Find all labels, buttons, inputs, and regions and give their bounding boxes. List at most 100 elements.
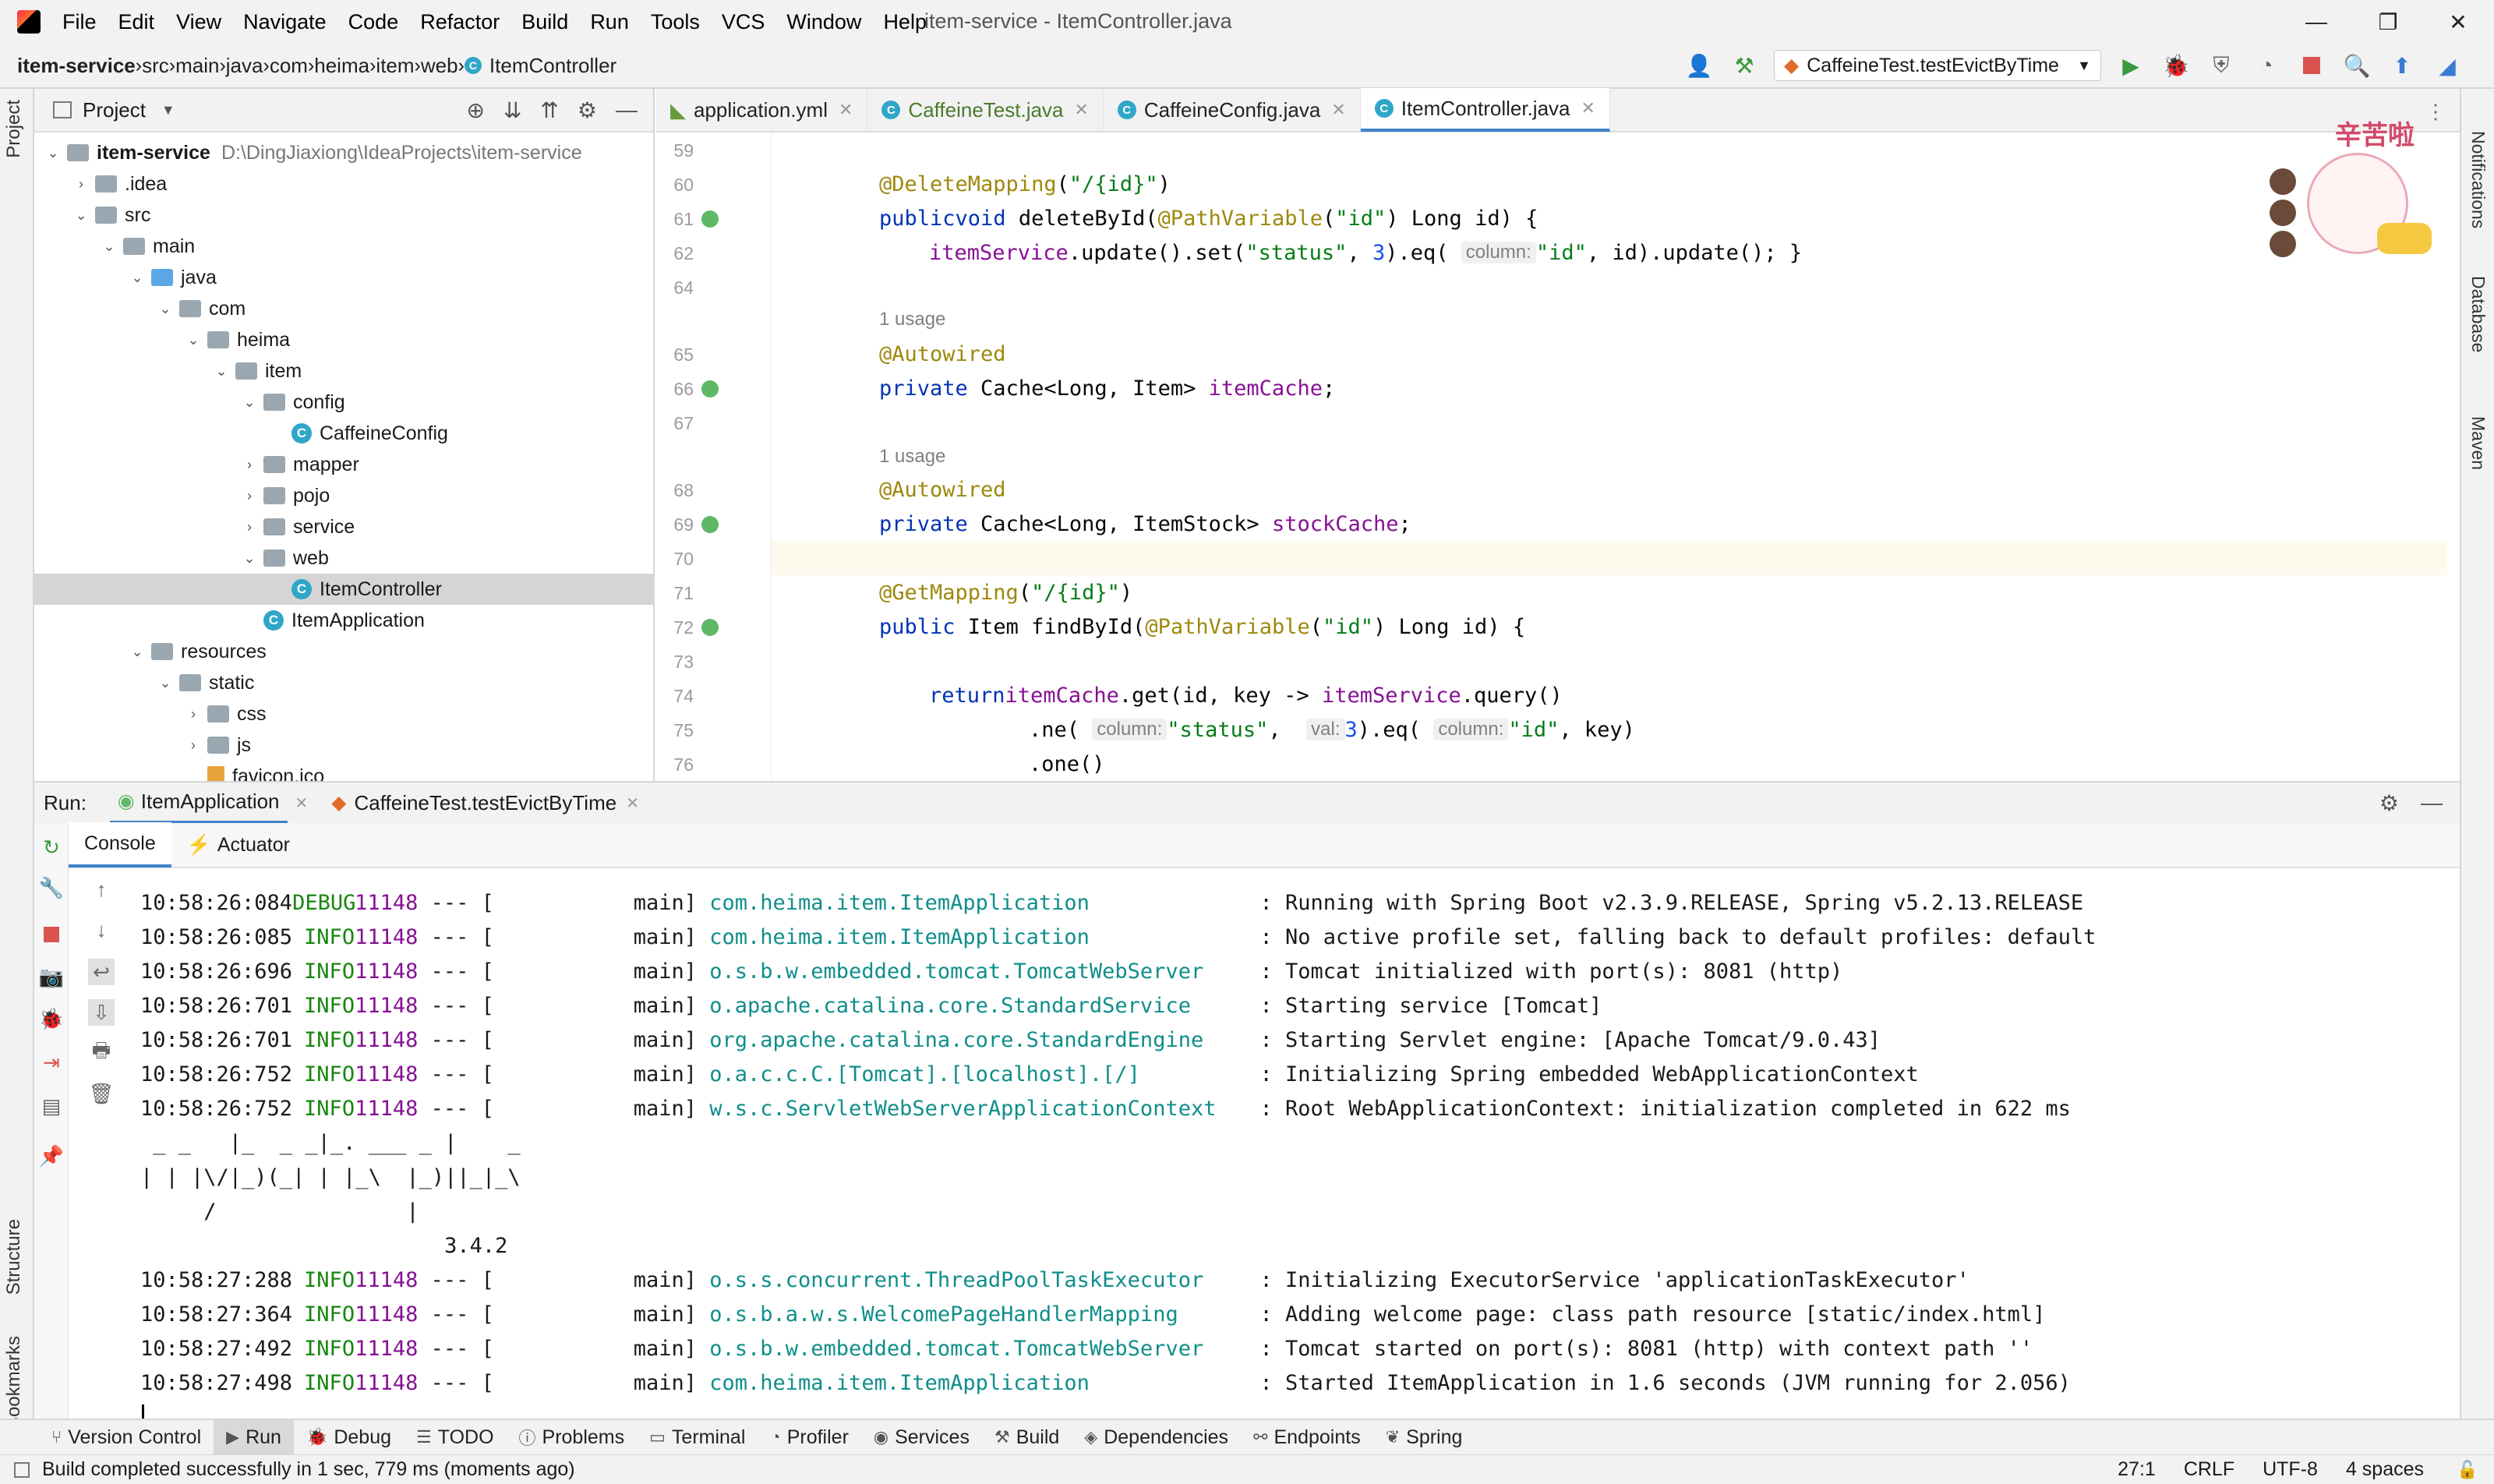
tree-item[interactable]: ⌄ config bbox=[240, 387, 344, 418]
tree-item[interactable]: ⌄ heima bbox=[184, 324, 290, 355]
status-toggle-icon[interactable] bbox=[14, 1461, 30, 1478]
spring-bean-icon[interactable] bbox=[701, 380, 719, 398]
close-icon[interactable]: ✕ bbox=[1074, 100, 1088, 120]
chevron-icon[interactable]: › bbox=[240, 488, 259, 504]
log-logger[interactable]: o.a.c.c.C.[Tomcat].[localhost].[/] bbox=[709, 1062, 1247, 1086]
tree-item[interactable]: › js bbox=[184, 730, 251, 761]
bottom-tab-version-control[interactable]: ⑂ Version Control bbox=[39, 1419, 214, 1455]
tree-item[interactable]: › pojo bbox=[240, 480, 330, 511]
spring-bean-icon[interactable] bbox=[701, 516, 719, 533]
editor-tab[interactable]: C ItemController.java ✕ bbox=[1360, 88, 1610, 132]
rerun-icon[interactable]: ↻ bbox=[38, 834, 65, 860]
structure-tool-tab[interactable]: Structure bbox=[3, 1219, 25, 1295]
project-title[interactable]: Project bbox=[83, 98, 146, 122]
bottom-tab-dependencies[interactable]: ◈ Dependencies bbox=[1072, 1419, 1241, 1455]
tree-item[interactable]: › mapper bbox=[240, 449, 359, 480]
menu-edit[interactable]: Edit bbox=[108, 0, 166, 44]
log-logger[interactable]: o.s.b.a.w.s.WelcomePageHandlerMapping bbox=[709, 1302, 1247, 1327]
tree-item[interactable]: ⌄ java bbox=[128, 262, 216, 293]
bottom-tab-endpoints[interactable]: ⚯ Endpoints bbox=[1241, 1419, 1373, 1455]
maven-tool-tab[interactable]: Maven bbox=[2468, 416, 2489, 470]
chevron-icon[interactable]: ⌄ bbox=[44, 145, 62, 161]
tree-item[interactable]: C ItemController bbox=[34, 574, 653, 605]
breadcrumb-item[interactable]: item-service bbox=[17, 54, 136, 78]
arrow-up-icon[interactable]: ↑ bbox=[88, 876, 115, 903]
database-tool-tab[interactable]: Database bbox=[2468, 276, 2489, 352]
gear-icon[interactable]: ⚙ bbox=[578, 97, 597, 123]
log-logger[interactable]: com.heima.item.ItemApplication bbox=[709, 1371, 1247, 1395]
breadcrumb-item[interactable]: com bbox=[270, 54, 308, 78]
close-button[interactable]: ✕ bbox=[2421, 0, 2494, 44]
menu-view[interactable]: View bbox=[165, 0, 232, 44]
breadcrumb-item[interactable]: web bbox=[421, 54, 458, 78]
close-icon[interactable]: ✕ bbox=[839, 100, 853, 120]
bottom-tab-debug[interactable]: 🐞 Debug bbox=[294, 1419, 404, 1455]
lock-icon[interactable]: 🔓 bbox=[2457, 1460, 2478, 1480]
chevron-icon[interactable]: › bbox=[184, 706, 203, 723]
chevron-icon[interactable]: › bbox=[240, 519, 259, 535]
editor-tab[interactable]: ◣ application.yml ✕ bbox=[656, 88, 868, 132]
bottom-tab-profiler[interactable]: ◔ Profiler bbox=[758, 1419, 860, 1455]
chevron-icon[interactable]: ⌄ bbox=[212, 363, 231, 380]
menu-code[interactable]: Code bbox=[337, 0, 410, 44]
console-tab[interactable]: Console bbox=[69, 822, 171, 867]
soft-wrap-icon[interactable]: ↩ bbox=[88, 959, 115, 985]
breadcrumb-item[interactable]: main bbox=[175, 54, 219, 78]
chevron-icon[interactable]: ⌄ bbox=[128, 270, 147, 286]
close-icon[interactable]: ✕ bbox=[295, 793, 309, 813]
search-icon[interactable]: 🔍 bbox=[2341, 50, 2372, 81]
chevron-down-icon[interactable]: ▼ bbox=[161, 102, 175, 118]
tree-item[interactable]: › css bbox=[184, 698, 267, 730]
breadcrumb-item[interactable]: src bbox=[142, 54, 169, 78]
log-logger[interactable]: org.apache.catalina.core.StandardEngine bbox=[709, 1028, 1247, 1052]
bottom-tab-spring[interactable]: ❦ Spring bbox=[1373, 1419, 1475, 1455]
bottom-tab-services[interactable]: ◉ Services bbox=[861, 1419, 982, 1455]
log-logger[interactable]: com.heima.item.ItemApplication bbox=[709, 891, 1247, 915]
breadcrumb-item[interactable]: item bbox=[376, 54, 414, 78]
menu-build[interactable]: Build bbox=[510, 0, 579, 44]
chevron-icon[interactable]: ⌄ bbox=[156, 301, 175, 317]
log-logger[interactable]: o.s.b.w.embedded.tomcat.TomcatWebServer bbox=[709, 959, 1247, 984]
locate-icon[interactable]: ⊕ bbox=[466, 97, 484, 123]
chevron-icon[interactable]: ⌄ bbox=[100, 238, 118, 255]
user-icon[interactable]: 👤 bbox=[1683, 50, 1715, 81]
tree-item[interactable]: ⌄ resources bbox=[128, 636, 266, 667]
hide-icon[interactable]: — bbox=[616, 97, 638, 122]
log-logger[interactable]: o.s.b.w.embedded.tomcat.TomcatWebServer bbox=[709, 1337, 1247, 1361]
profile-icon[interactable]: ◔ bbox=[2251, 50, 2282, 81]
coverage-icon[interactable]: ⛨ bbox=[2206, 50, 2237, 81]
bookmarks-tool-tab[interactable]: Bookmarks bbox=[3, 1336, 25, 1429]
close-icon[interactable]: ✕ bbox=[626, 793, 639, 813]
chevron-icon[interactable]: ⌄ bbox=[156, 675, 175, 691]
wrench-icon[interactable]: 🔧 bbox=[38, 874, 65, 901]
notifications-tool-tab[interactable]: Notifications bbox=[2468, 131, 2489, 228]
close-icon[interactable]: ✕ bbox=[1581, 98, 1595, 118]
layout-icon[interactable]: ▤ bbox=[38, 1093, 65, 1119]
caret-position[interactable]: 27:1 bbox=[2118, 1458, 2156, 1481]
editor-tab[interactable]: C CaffeineConfig.java ✕ bbox=[1104, 88, 1361, 132]
chevron-icon[interactable]: › bbox=[184, 737, 203, 754]
debug-icon[interactable]: 🐞 bbox=[2160, 50, 2192, 81]
editor-tab[interactable]: C CaffeineTest.java ✕ bbox=[867, 88, 1104, 132]
log-logger[interactable]: o.apache.catalina.core.StandardService bbox=[709, 994, 1247, 1018]
code-editor[interactable]: @DeleteMapping("/{id}") public void delet… bbox=[772, 132, 2447, 781]
stop-icon[interactable] bbox=[38, 921, 65, 948]
chevron-icon[interactable]: ⌄ bbox=[128, 644, 147, 660]
stop-icon[interactable] bbox=[2296, 50, 2327, 81]
log-logger[interactable]: o.s.s.concurrent.ThreadPoolTaskExecutor bbox=[709, 1268, 1247, 1292]
tree-item[interactable]: ⌄ src bbox=[72, 200, 150, 231]
collapse-all-icon[interactable]: ⇈ bbox=[540, 97, 558, 123]
chevron-icon[interactable]: ⌄ bbox=[240, 550, 259, 567]
restore-button[interactable]: ❐ bbox=[2351, 0, 2425, 44]
tree-item[interactable]: ⌄ item bbox=[212, 355, 302, 387]
minimize-button[interactable]: — bbox=[2279, 0, 2354, 44]
trash-icon[interactable]: 🗑 bbox=[88, 1080, 115, 1107]
tree-item[interactable]: ⌄ com bbox=[156, 293, 246, 324]
arrow-down-icon[interactable]: ↓ bbox=[88, 917, 115, 943]
close-icon[interactable]: ✕ bbox=[1331, 100, 1345, 120]
file-encoding[interactable]: UTF-8 bbox=[2263, 1458, 2318, 1481]
tree-item[interactable]: C ItemApplication bbox=[240, 605, 425, 636]
breadcrumb-item[interactable]: heima bbox=[314, 54, 369, 78]
menu-file[interactable]: File bbox=[51, 0, 108, 44]
update-icon[interactable]: ⬆ bbox=[2386, 50, 2418, 81]
